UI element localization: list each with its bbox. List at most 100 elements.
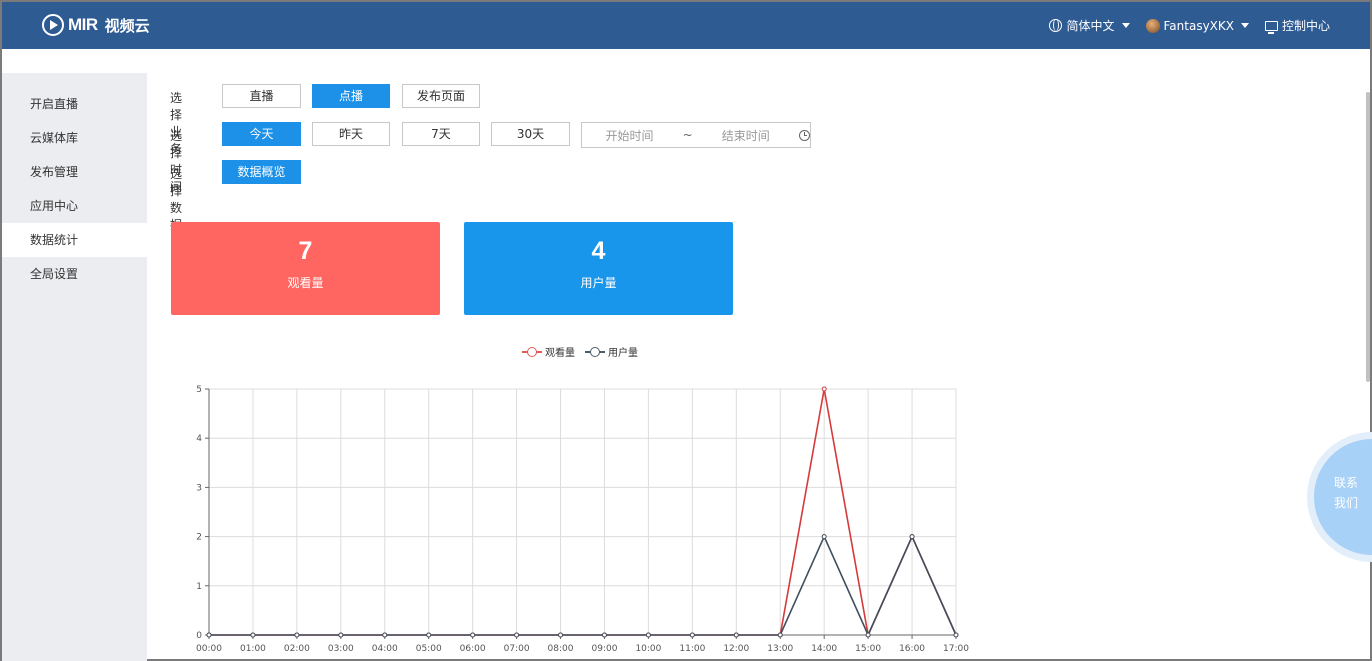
x-tick-label: 00:00 xyxy=(196,644,222,654)
end-date-field[interactable]: 结束时间 xyxy=(698,127,793,144)
globe-icon xyxy=(1049,19,1063,32)
sidebar-item-settings[interactable]: 全局设置 xyxy=(2,257,147,291)
x-tick-label: 06:00 xyxy=(460,644,486,654)
time-option-7days[interactable]: 7天 xyxy=(402,122,480,146)
x-tick-label: 11:00 xyxy=(679,644,705,654)
sidebar-item-label: 全局设置 xyxy=(30,267,79,281)
console-label: 控制中心 xyxy=(1281,19,1330,33)
data-point-users xyxy=(821,534,827,540)
legend-marker-views xyxy=(522,346,542,357)
x-tick-label: 01:00 xyxy=(240,644,266,654)
data-point-users xyxy=(514,632,520,638)
sidebar-item-statistics[interactable]: 数据统计 xyxy=(2,223,147,257)
time-option-30days[interactable]: 30天 xyxy=(491,122,570,146)
data-option-overview[interactable]: 数据概览 xyxy=(222,160,301,184)
time-option-today[interactable]: 今天 xyxy=(222,122,301,146)
data-point-users xyxy=(689,632,695,638)
chevron-down-icon xyxy=(1240,23,1249,28)
legend-label-views: 观看量 xyxy=(545,348,575,359)
data-point-users xyxy=(426,632,432,638)
data-point-users xyxy=(338,632,344,638)
top-navbar: MIR 视频云 简体中文 FantasyXKX 控制中心 xyxy=(2,2,1370,49)
views-stat-card: 7 观看量 xyxy=(171,222,440,315)
y-tick-label: 5 xyxy=(196,385,202,395)
x-tick-label: 05:00 xyxy=(416,644,442,654)
legend-marker-users xyxy=(585,346,605,357)
users-count: 4 xyxy=(591,237,606,265)
data-point-users xyxy=(733,632,739,638)
play-logo-icon xyxy=(42,14,64,36)
chart-legend: 观看量 用户量 xyxy=(522,344,638,359)
y-tick-label: 3 xyxy=(196,483,202,493)
contact-us-button[interactable]: 联系 我们 xyxy=(1307,432,1372,562)
business-option-vod[interactable]: 点播 xyxy=(312,84,390,108)
data-point-users xyxy=(645,632,651,638)
x-tick-label: 07:00 xyxy=(504,644,530,654)
monitor-icon xyxy=(1264,20,1278,34)
x-tick-label: 08:00 xyxy=(548,644,574,654)
x-tick-label: 04:00 xyxy=(372,644,398,654)
data-point-views xyxy=(821,386,827,392)
logo-cn-text: 视频云 xyxy=(104,16,150,35)
time-option-yesterday[interactable]: 昨天 xyxy=(312,122,390,146)
sidebar-item-media-library[interactable]: 云媒体库 xyxy=(2,121,147,155)
language-label: 简体中文 xyxy=(1066,19,1115,33)
sidebar-item-publish[interactable]: 发布管理 xyxy=(2,155,147,189)
sidebar-item-label: 开启直播 xyxy=(30,97,79,111)
clock-icon[interactable] xyxy=(799,129,811,141)
x-tick-label: 09:00 xyxy=(592,644,618,654)
chevron-down-icon xyxy=(1121,23,1130,28)
avatar xyxy=(1145,18,1160,33)
y-tick-label: 4 xyxy=(196,434,202,444)
y-tick-label: 0 xyxy=(196,631,202,641)
logo-text: MIR xyxy=(68,15,98,34)
sidebar-item-label: 数据统计 xyxy=(30,233,79,247)
date-range-picker[interactable]: 开始时间 ~ 结束时间 xyxy=(581,122,811,148)
contact-line1: 联系 xyxy=(1333,476,1358,490)
console-link[interactable]: 控制中心 xyxy=(1264,17,1330,34)
legend-item-users[interactable]: 用户量 xyxy=(585,344,638,359)
x-tick-label: 02:00 xyxy=(284,644,310,654)
data-point-users xyxy=(865,632,871,638)
language-dropdown[interactable]: 简体中文 xyxy=(1049,17,1130,34)
y-tick-label: 2 xyxy=(196,533,202,543)
data-point-users xyxy=(470,632,476,638)
user-dropdown[interactable]: FantasyXKX xyxy=(1145,18,1249,33)
sidebar-item-label: 发布管理 xyxy=(30,165,79,179)
users-stat-card: 4 用户量 xyxy=(464,222,733,315)
legend-label-users: 用户量 xyxy=(608,348,638,359)
username-label: FantasyXKX xyxy=(1163,18,1234,33)
users-label: 用户量 xyxy=(580,276,617,290)
business-option-publish-page[interactable]: 发布页面 xyxy=(402,84,480,108)
y-tick-label: 1 xyxy=(196,582,202,592)
x-tick-label: 10:00 xyxy=(635,644,661,654)
x-tick-label: 03:00 xyxy=(328,644,354,654)
contact-us-circle: 联系 我们 xyxy=(1314,439,1372,555)
range-separator: ~ xyxy=(682,128,693,142)
legend-item-views[interactable]: 观看量 xyxy=(522,344,575,359)
start-date-field[interactable]: 开始时间 xyxy=(582,127,677,144)
x-tick-label: 13:00 xyxy=(767,644,793,654)
data-point-users xyxy=(953,632,959,638)
data-point-users xyxy=(250,632,256,638)
x-tick-label: 16:00 xyxy=(899,644,925,654)
sidebar-item-live[interactable]: 开启直播 xyxy=(2,87,147,121)
sidebar: 开启直播 云媒体库 发布管理 应用中心 数据统计 全局设置 xyxy=(2,73,147,661)
views-label: 观看量 xyxy=(287,276,324,290)
business-option-live[interactable]: 直播 xyxy=(222,84,301,108)
sidebar-item-label: 云媒体库 xyxy=(30,131,79,145)
data-point-users xyxy=(909,534,915,540)
data-point-users xyxy=(558,632,564,638)
page-scrollbar[interactable] xyxy=(1366,92,1370,382)
x-tick-label: 15:00 xyxy=(855,644,881,654)
data-point-users xyxy=(294,632,300,638)
line-chart: 0 1 2 3 4 5 00:00 01:00 02:00 03:00 04:00 05:00 06:0… xyxy=(196,385,969,654)
logo[interactable]: MIR 视频云 xyxy=(42,12,150,38)
contact-line2: 我们 xyxy=(1333,496,1358,510)
data-point-users xyxy=(777,632,783,638)
series-line-views xyxy=(209,388,957,638)
data-point-users xyxy=(601,632,607,638)
sidebar-item-apps[interactable]: 应用中心 xyxy=(2,189,147,223)
data-point-users xyxy=(382,632,388,638)
sidebar-item-label: 应用中心 xyxy=(30,199,79,213)
